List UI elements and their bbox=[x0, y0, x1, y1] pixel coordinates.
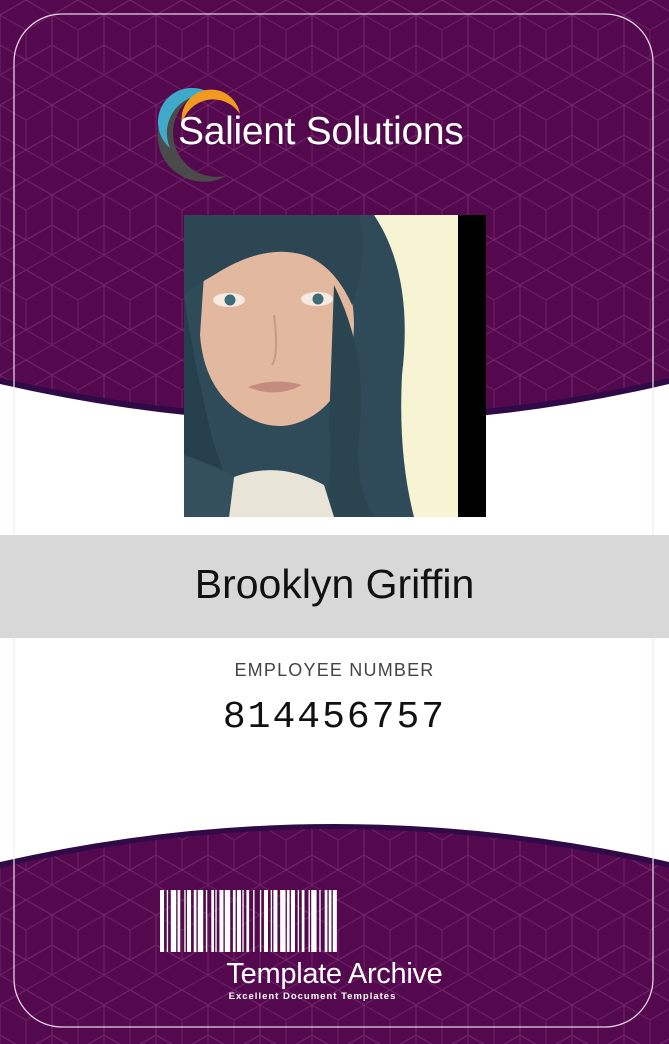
barcode-bar bbox=[232, 890, 236, 952]
barcode-bar bbox=[236, 890, 241, 952]
barcode-bar bbox=[328, 890, 332, 952]
barcode-bar bbox=[166, 890, 169, 952]
employee-number: 814456757 bbox=[222, 696, 447, 739]
barcode-bar bbox=[319, 890, 321, 952]
barcode-bar bbox=[280, 890, 286, 952]
barcode-bar bbox=[184, 890, 186, 952]
barcode-bar bbox=[324, 890, 328, 952]
barcode-bar bbox=[197, 890, 204, 952]
barcode-bar bbox=[273, 890, 278, 952]
barcode-bar bbox=[193, 890, 197, 952]
barcode-bar bbox=[286, 890, 290, 952]
barcode-bar bbox=[211, 890, 214, 952]
footer-subtitle: Excellent Document Templates bbox=[228, 991, 397, 1002]
company-logo: Salient Solutions bbox=[148, 84, 508, 184]
barcode-bar bbox=[219, 890, 224, 952]
barcode-bar bbox=[215, 890, 217, 952]
barcode-bar bbox=[263, 890, 268, 952]
barcode-bar bbox=[170, 890, 177, 952]
barcode-bar bbox=[270, 890, 273, 952]
company-name: Salient Solutions bbox=[178, 110, 464, 153]
footer-title: Template Archive bbox=[226, 958, 443, 990]
barcode-bar bbox=[253, 890, 255, 952]
employee-name: Brooklyn Griffin bbox=[194, 561, 475, 607]
barcode-bar bbox=[301, 890, 305, 952]
barcode-bar bbox=[205, 890, 208, 952]
barcode-bar bbox=[308, 890, 310, 952]
employee-photo bbox=[184, 215, 486, 517]
barcode-bar bbox=[224, 890, 231, 952]
barcode-bar bbox=[259, 890, 262, 952]
barcode-icon bbox=[160, 890, 337, 952]
name-bar: Brooklyn Griffin bbox=[0, 535, 669, 638]
barcode-bar bbox=[297, 890, 300, 952]
barcode-bar bbox=[242, 890, 244, 952]
barcode-bar bbox=[246, 890, 250, 952]
barcode-bar bbox=[290, 890, 295, 952]
employee-number-label: EMPLOYEE NUMBER bbox=[234, 660, 435, 680]
footer-logo: Template Archive Excellent Document Temp… bbox=[0, 958, 669, 1002]
barcode-bar bbox=[332, 890, 337, 952]
barcode-bar bbox=[177, 890, 181, 952]
id-card: Salient Solutions Brooklyn Griffin EMPLO… bbox=[0, 0, 669, 1044]
barcode-bar bbox=[311, 890, 317, 952]
employee-portrait bbox=[184, 215, 486, 517]
barcode-bar bbox=[187, 890, 192, 952]
barcode-bar bbox=[160, 890, 165, 952]
